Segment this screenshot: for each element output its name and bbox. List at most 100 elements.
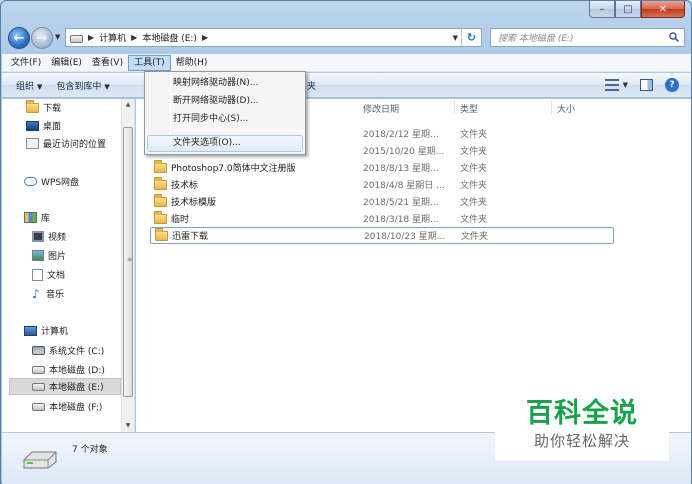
nav-item-documents[interactable]: 文档 <box>32 266 65 283</box>
drive-icon <box>23 451 57 469</box>
file-name-label: 临时 <box>171 215 190 225</box>
file-date: 2018/2/12 星期... <box>363 130 439 140</box>
nav-item-label: 文档 <box>47 271 66 281</box>
back-arrow-icon: ← <box>13 30 25 46</box>
forward-button[interactable]: → <box>31 27 53 49</box>
watermark: 百科全说 助你轻松解决 <box>495 375 669 461</box>
nav-item-recent-places[interactable]: 最近访问的位置 <box>26 135 106 152</box>
chevron-right-icon[interactable]: ▶ <box>131 33 137 42</box>
nav-item-pictures[interactable]: 图片 <box>32 247 66 264</box>
file-type: 文件夹 <box>460 198 488 208</box>
include-in-library-button[interactable]: 包含到库中 ▼ <box>56 79 109 92</box>
item-count: 7 个对象 <box>72 445 108 455</box>
search-placeholder: 搜索 本地磁盘 (E:) <box>498 34 574 44</box>
chevron-right-icon[interactable]: ▶ <box>202 33 208 42</box>
table-row-focused[interactable]: 迅雷下载 2018/10/23 星期... 文件夹 <box>150 227 614 244</box>
toolbar-right: ▼ ? <box>604 78 679 92</box>
nav-item-drive-e[interactable]: 本地磁盘 (E:) <box>9 378 121 395</box>
menu-item-open-sync-center[interactable]: 打开同步中心(S)... <box>147 111 303 128</box>
chevron-right-icon[interactable]: ▶ <box>88 33 94 42</box>
back-button[interactable]: ← <box>8 27 30 49</box>
tools-menu: 映射网络驱动器(N)... 断开网络驱动器(D)... 打开同步中心(S)...… <box>144 71 306 155</box>
nav-item-libraries[interactable]: 库 <box>24 209 50 226</box>
breadcrumb-drive-e[interactable]: 本地磁盘 (E:) <box>142 31 197 44</box>
column-header-size[interactable]: 大小 <box>557 102 575 115</box>
menu-edit[interactable]: 编辑(E) <box>46 55 87 71</box>
help-icon[interactable]: ? <box>665 78 679 92</box>
column-divider[interactable] <box>551 100 552 114</box>
address-history-dropdown[interactable]: ▼ <box>453 34 458 42</box>
table-row[interactable]: 技术标 2018/4/8 星期日 ... 文件夹 <box>150 176 614 193</box>
file-type: 文件夹 <box>460 130 488 140</box>
nav-item-drive-d[interactable]: 本地磁盘 (D:) <box>32 361 105 378</box>
search-icon[interactable] <box>669 32 679 42</box>
menu-file[interactable]: 文件(F) <box>6 55 46 71</box>
file-name: Photoshop7.0简体中文注册版 <box>154 159 296 174</box>
library-icon <box>24 212 37 223</box>
minimize-button[interactable]: – <box>589 1 615 18</box>
nav-item-videos[interactable]: 视频 <box>32 228 66 245</box>
maximize-button[interactable]: □ <box>615 1 641 18</box>
chevron-down-icon: ▼ <box>622 81 628 89</box>
menu-view[interactable]: 查看(V) <box>87 55 128 71</box>
menu-item-map-network-drive[interactable]: 映射网络驱动器(N)... <box>147 75 303 92</box>
drive-icon <box>70 35 83 43</box>
preview-pane-icon[interactable] <box>640 79 653 91</box>
watermark-subtitle: 助你轻松解决 <box>533 432 630 450</box>
chevron-down-icon: ▼ <box>104 82 110 91</box>
search-input[interactable]: 搜索 本地磁盘 (E:) <box>490 28 685 47</box>
table-row[interactable]: Photoshop7.0简体中文注册版 2018/8/13 星期... 文件夹 <box>150 159 614 176</box>
explorer-window: – □ ✕ ← → ▼ ▶ 计算机 ▶ 本地磁盘 (E:) ▶ ▼ ↻ 搜索 本… <box>0 0 692 484</box>
computer-icon <box>24 325 37 336</box>
menu-bar: 文件(F) 编辑(E) 查看(V) 工具(T) 帮助(H) <box>2 54 691 72</box>
column-header-type[interactable]: 类型 <box>460 102 478 115</box>
menu-separator <box>173 130 303 131</box>
menu-item-folder-options[interactable]: 文件夹选项(O)... <box>147 135 303 152</box>
scroll-up-icon[interactable]: ▲ <box>122 99 134 111</box>
column-header-date[interactable]: 修改日期 <box>363 102 399 115</box>
nav-item-computer[interactable]: 计算机 <box>24 322 68 339</box>
file-type: 文件夹 <box>461 232 489 242</box>
drive-icon <box>32 365 45 374</box>
nav-item-label: 本地磁盘 (F:) <box>49 403 103 413</box>
menu-help[interactable]: 帮助(H) <box>171 55 213 71</box>
menu-tools[interactable]: 工具(T) <box>128 54 171 71</box>
scrollbar-thumb[interactable]: ≡ <box>123 127 133 397</box>
nav-item-music[interactable]: ♪ 音乐 <box>32 285 64 302</box>
nav-item-drive-c[interactable]: 系统文件 (C:) <box>32 342 104 359</box>
close-button[interactable]: ✕ <box>641 1 685 18</box>
scroll-down-icon[interactable]: ▼ <box>122 420 134 432</box>
breadcrumb-computer[interactable]: 计算机 <box>99 31 126 44</box>
drive-icon <box>32 402 45 411</box>
cloud-icon <box>24 177 37 186</box>
new-folder-button[interactable]: 夹 <box>307 79 316 92</box>
file-date: 2018/4/8 星期日 ... <box>363 181 445 191</box>
navigation-scrollbar[interactable]: ▲ ≡ ▼ <box>121 99 134 432</box>
recent-pages-dropdown[interactable]: ▼ <box>55 33 60 41</box>
nav-item-wps-cloud[interactable]: WPS网盘 <box>24 173 79 190</box>
address-bar[interactable]: ▶ 计算机 ▶ 本地磁盘 (E:) ▶ ▼ ↻ <box>65 28 482 47</box>
file-date: 2018/5/21 星期... <box>363 198 439 208</box>
watermark-title: 百科全说 <box>526 398 638 429</box>
file-date: 2015/10/20 星期... <box>363 147 445 157</box>
file-name-label: 迅雷下载 <box>172 232 209 242</box>
folder-icon <box>154 193 167 207</box>
view-list-icon <box>604 79 619 91</box>
nav-item-desktop[interactable]: 桌面 <box>26 117 61 134</box>
organize-button[interactable]: 组织 ▼ <box>16 79 42 92</box>
nav-item-downloads[interactable]: 下载 <box>26 99 61 116</box>
refresh-icon: ↻ <box>466 31 477 44</box>
change-view-button[interactable]: ▼ <box>604 79 628 91</box>
table-row[interactable]: 技术标模版 2018/5/21 星期... 文件夹 <box>150 193 614 210</box>
file-name-label: 技术标模版 <box>171 198 217 208</box>
refresh-button[interactable]: ↻ <box>461 29 481 46</box>
file-name-label: Photoshop7.0简体中文注册版 <box>171 164 296 174</box>
menu-item-disconnect-network-drive[interactable]: 断开网络驱动器(D)... <box>147 93 303 110</box>
column-divider[interactable] <box>454 100 455 114</box>
nav-item-label: 本地磁盘 (D:) <box>49 366 105 376</box>
file-type: 文件夹 <box>460 181 488 191</box>
table-row[interactable]: 临时 2018/3/18 星期... 文件夹 <box>150 210 614 227</box>
folder-icon <box>155 227 168 241</box>
nav-item-drive-f[interactable]: 本地磁盘 (F:) <box>32 398 102 415</box>
nav-item-label: 系统文件 (C:) <box>49 347 105 357</box>
